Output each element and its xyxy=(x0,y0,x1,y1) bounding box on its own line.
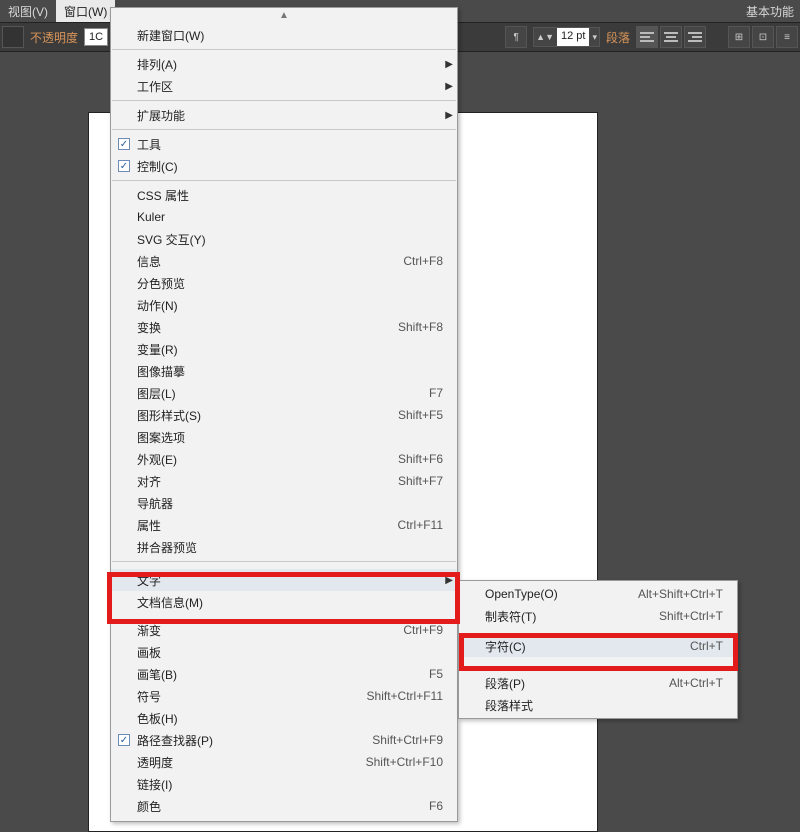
char-panel-icon[interactable]: ¶ xyxy=(505,26,527,48)
submenu-arrow-icon: ▶ xyxy=(445,575,453,586)
menu-window[interactable]: 窗口(W) xyxy=(56,0,115,22)
menu-navigator[interactable]: 导航器 xyxy=(111,492,457,514)
menu-links[interactable]: 链接(I) xyxy=(111,773,457,795)
menu-css[interactable]: CSS 属性 xyxy=(111,184,457,206)
menu-pathfinder[interactable]: ✓路径查找器(P)Shift+Ctrl+F9 xyxy=(111,729,457,751)
submenu-paragraph[interactable]: 段落(P)Alt+Ctrl+T xyxy=(459,672,737,694)
menu-appearance[interactable]: 外观(E)Shift+F6 xyxy=(111,448,457,470)
menubar-workspace[interactable]: 基本功能 xyxy=(746,3,800,20)
menu-brushes[interactable]: 画笔(B)F5 xyxy=(111,663,457,685)
submenu-arrow-icon: ▶ xyxy=(445,81,453,92)
menu-transform[interactable]: 变换Shift+F8 xyxy=(111,316,457,338)
menu-attributes[interactable]: 属性Ctrl+F11 xyxy=(111,514,457,536)
menu-view[interactable]: 视图(V) xyxy=(0,0,56,22)
menu-variables[interactable]: 变量(R) xyxy=(111,338,457,360)
menu-sep-preview[interactable]: 分色预览 xyxy=(111,272,457,294)
stepper-icon[interactable]: ▲▼ xyxy=(536,32,554,42)
menu-tools[interactable]: ✓工具 xyxy=(111,133,457,155)
menu-color[interactable]: 颜色F6 xyxy=(111,795,457,817)
toolbar-icon-3[interactable]: ≡ xyxy=(776,26,798,48)
menu-new-window[interactable]: 新建窗口(W) xyxy=(111,24,457,46)
menu-layers[interactable]: 图层(L)F7 xyxy=(111,382,457,404)
menu-gradient[interactable]: 渐变Ctrl+F9 xyxy=(111,619,457,641)
opacity-label: 不透明度 xyxy=(30,29,78,46)
opacity-field[interactable]: 1C xyxy=(84,28,108,46)
toolbar-icon-2[interactable]: ⊡ xyxy=(752,26,774,48)
menu-actions[interactable]: 动作(N) xyxy=(111,294,457,316)
submenu-tabs[interactable]: 制表符(T)Shift+Ctrl+T xyxy=(459,605,737,627)
menu-symbols[interactable]: 符号Shift+Ctrl+F11 xyxy=(111,685,457,707)
menu-transparency[interactable]: 透明度Shift+Ctrl+F10 xyxy=(111,751,457,773)
submenu-character[interactable]: 字符(C)Ctrl+T xyxy=(459,635,737,657)
align-left-icon[interactable] xyxy=(636,26,658,48)
menu-arrange[interactable]: 排列(A)▶ xyxy=(111,53,457,75)
submenu-para-styles[interactable]: 段落样式 xyxy=(459,694,737,716)
menu-graphic-styles[interactable]: 图形样式(S)Shift+F5 xyxy=(111,404,457,426)
menu-extensions[interactable]: 扩展功能▶ xyxy=(111,104,457,126)
paragraph-label[interactable]: 段落 xyxy=(606,29,630,46)
menu-control[interactable]: ✓控制(C) xyxy=(111,155,457,177)
menu-pattern-options[interactable]: 图案选项 xyxy=(111,426,457,448)
align-right-icon[interactable] xyxy=(684,26,706,48)
fill-swatch[interactable] xyxy=(2,26,24,48)
divider xyxy=(112,180,456,181)
menu-artboards[interactable]: 画板 xyxy=(111,641,457,663)
type-submenu: OpenType(O)Alt+Shift+Ctrl+T 制表符(T)Shift+… xyxy=(458,580,738,719)
font-size-field[interactable]: 12 pt xyxy=(557,28,589,46)
divider xyxy=(460,668,736,669)
divider xyxy=(112,561,456,562)
menu-flattener[interactable]: 拼合器预览 xyxy=(111,536,457,558)
menu-kuler[interactable]: Kuler xyxy=(111,206,457,228)
submenu-opentype[interactable]: OpenType(O)Alt+Shift+Ctrl+T xyxy=(459,583,737,605)
menu-doc-info[interactable]: 文档信息(M) xyxy=(111,591,457,613)
align-buttons xyxy=(636,26,706,48)
submenu-arrow-icon: ▶ xyxy=(445,110,453,121)
menu-type[interactable]: 文字▶ xyxy=(111,569,457,591)
divider xyxy=(112,100,456,101)
menu-svg[interactable]: SVG 交互(Y) xyxy=(111,228,457,250)
submenu-arrow-icon: ▶ xyxy=(445,59,453,70)
menu-swatches[interactable]: 色板(H) xyxy=(111,707,457,729)
dropdown-icon[interactable]: ▾ xyxy=(592,32,597,43)
align-center-icon[interactable] xyxy=(660,26,682,48)
toolbar-icon-1[interactable]: ⊞ xyxy=(728,26,750,48)
window-menu: ▲ 新建窗口(W) 排列(A)▶ 工作区▶ 扩展功能▶ ✓工具 ✓控制(C) C… xyxy=(110,7,458,822)
menu-image-trace[interactable]: 图像描摹 xyxy=(111,360,457,382)
divider xyxy=(112,49,456,50)
scroll-up-icon[interactable]: ▲ xyxy=(111,10,457,24)
menu-info[interactable]: 信息Ctrl+F8 xyxy=(111,250,457,272)
menu-workspace[interactable]: 工作区▶ xyxy=(111,75,457,97)
extra-buttons: ⊞ ⊡ ≡ xyxy=(728,26,798,48)
menu-align[interactable]: 对齐Shift+F7 xyxy=(111,470,457,492)
divider xyxy=(112,129,456,130)
